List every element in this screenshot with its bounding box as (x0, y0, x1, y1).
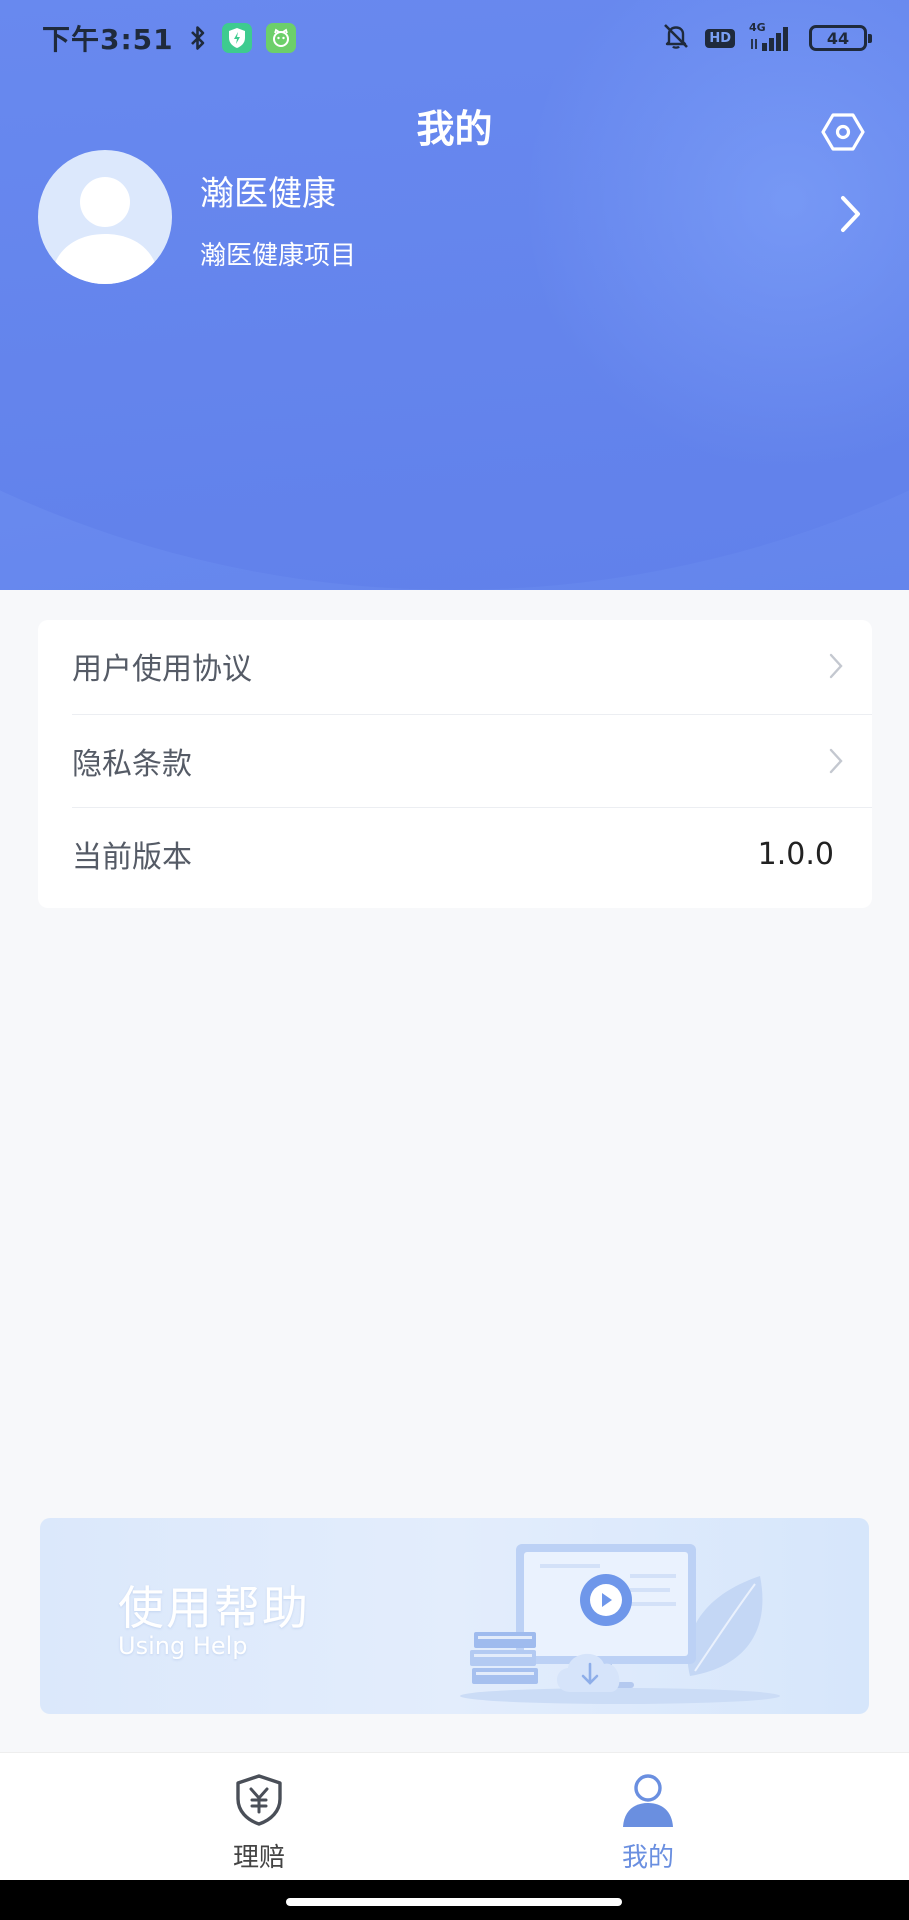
tab-label: 我的 (621, 1843, 674, 1873)
user-icon (620, 1773, 676, 1831)
version-value: 1.0.0 (757, 836, 834, 872)
menu-item-label: 隐私条款 (72, 747, 192, 782)
settings-button[interactable] (819, 110, 867, 158)
battery-indicator: 44 (809, 25, 872, 51)
status-time: 下午3:51 (42, 23, 174, 56)
signal-icon: 4G (749, 21, 795, 53)
default-user-avatar-icon (50, 177, 160, 284)
chevron-right-icon (828, 652, 844, 688)
menu-item-label: 当前版本 (72, 840, 192, 875)
home-indicator[interactable] (286, 1898, 622, 1906)
settings-hexagon-icon (821, 112, 865, 156)
settings-menu-card: 用户使用协议 隐私条款 当前版本 1.0.0 (38, 620, 872, 908)
status-bar: 下午3:51 HD 4G 44 (0, 0, 909, 76)
tab-label: 理赔 (232, 1843, 285, 1873)
tab-bar: 理赔 我的 (0, 1752, 909, 1880)
chevron-right-icon (828, 747, 844, 783)
help-banner-subtitle: Using Help (118, 1632, 248, 1660)
bluetooth-icon (188, 24, 208, 52)
tab-mine[interactable]: 我的 (548, 1773, 748, 1874)
help-banner[interactable]: 使用帮助 Using Help (40, 1518, 869, 1714)
tab-claims[interactable]: 理赔 (159, 1773, 359, 1874)
shield-yen-icon (233, 1773, 285, 1831)
profile-subtitle: 瀚医健康项目 (200, 241, 357, 271)
security-app-icon (221, 23, 252, 53)
menu-item-label: 用户使用协议 (72, 652, 252, 687)
chevron-right-icon (839, 195, 863, 237)
hd-badge: HD (705, 28, 735, 48)
profile-name[interactable]: 瀚医健康 (200, 166, 336, 215)
avatar[interactable] (38, 150, 172, 284)
help-illustration-icon (460, 1544, 780, 1704)
menu-item-privacy[interactable]: 隐私条款 (72, 715, 872, 807)
header-background (0, 0, 909, 590)
page-title: 我的 (416, 107, 493, 151)
menu-item-version: 当前版本 1.0.0 (72, 808, 872, 900)
cat-app-icon (265, 23, 296, 53)
menu-item-user-agreement[interactable]: 用户使用协议 (72, 620, 872, 712)
help-banner-title: 使用帮助 (118, 1581, 310, 1635)
mute-bell-icon (661, 21, 691, 55)
profile-chevron-button[interactable] (831, 196, 871, 236)
